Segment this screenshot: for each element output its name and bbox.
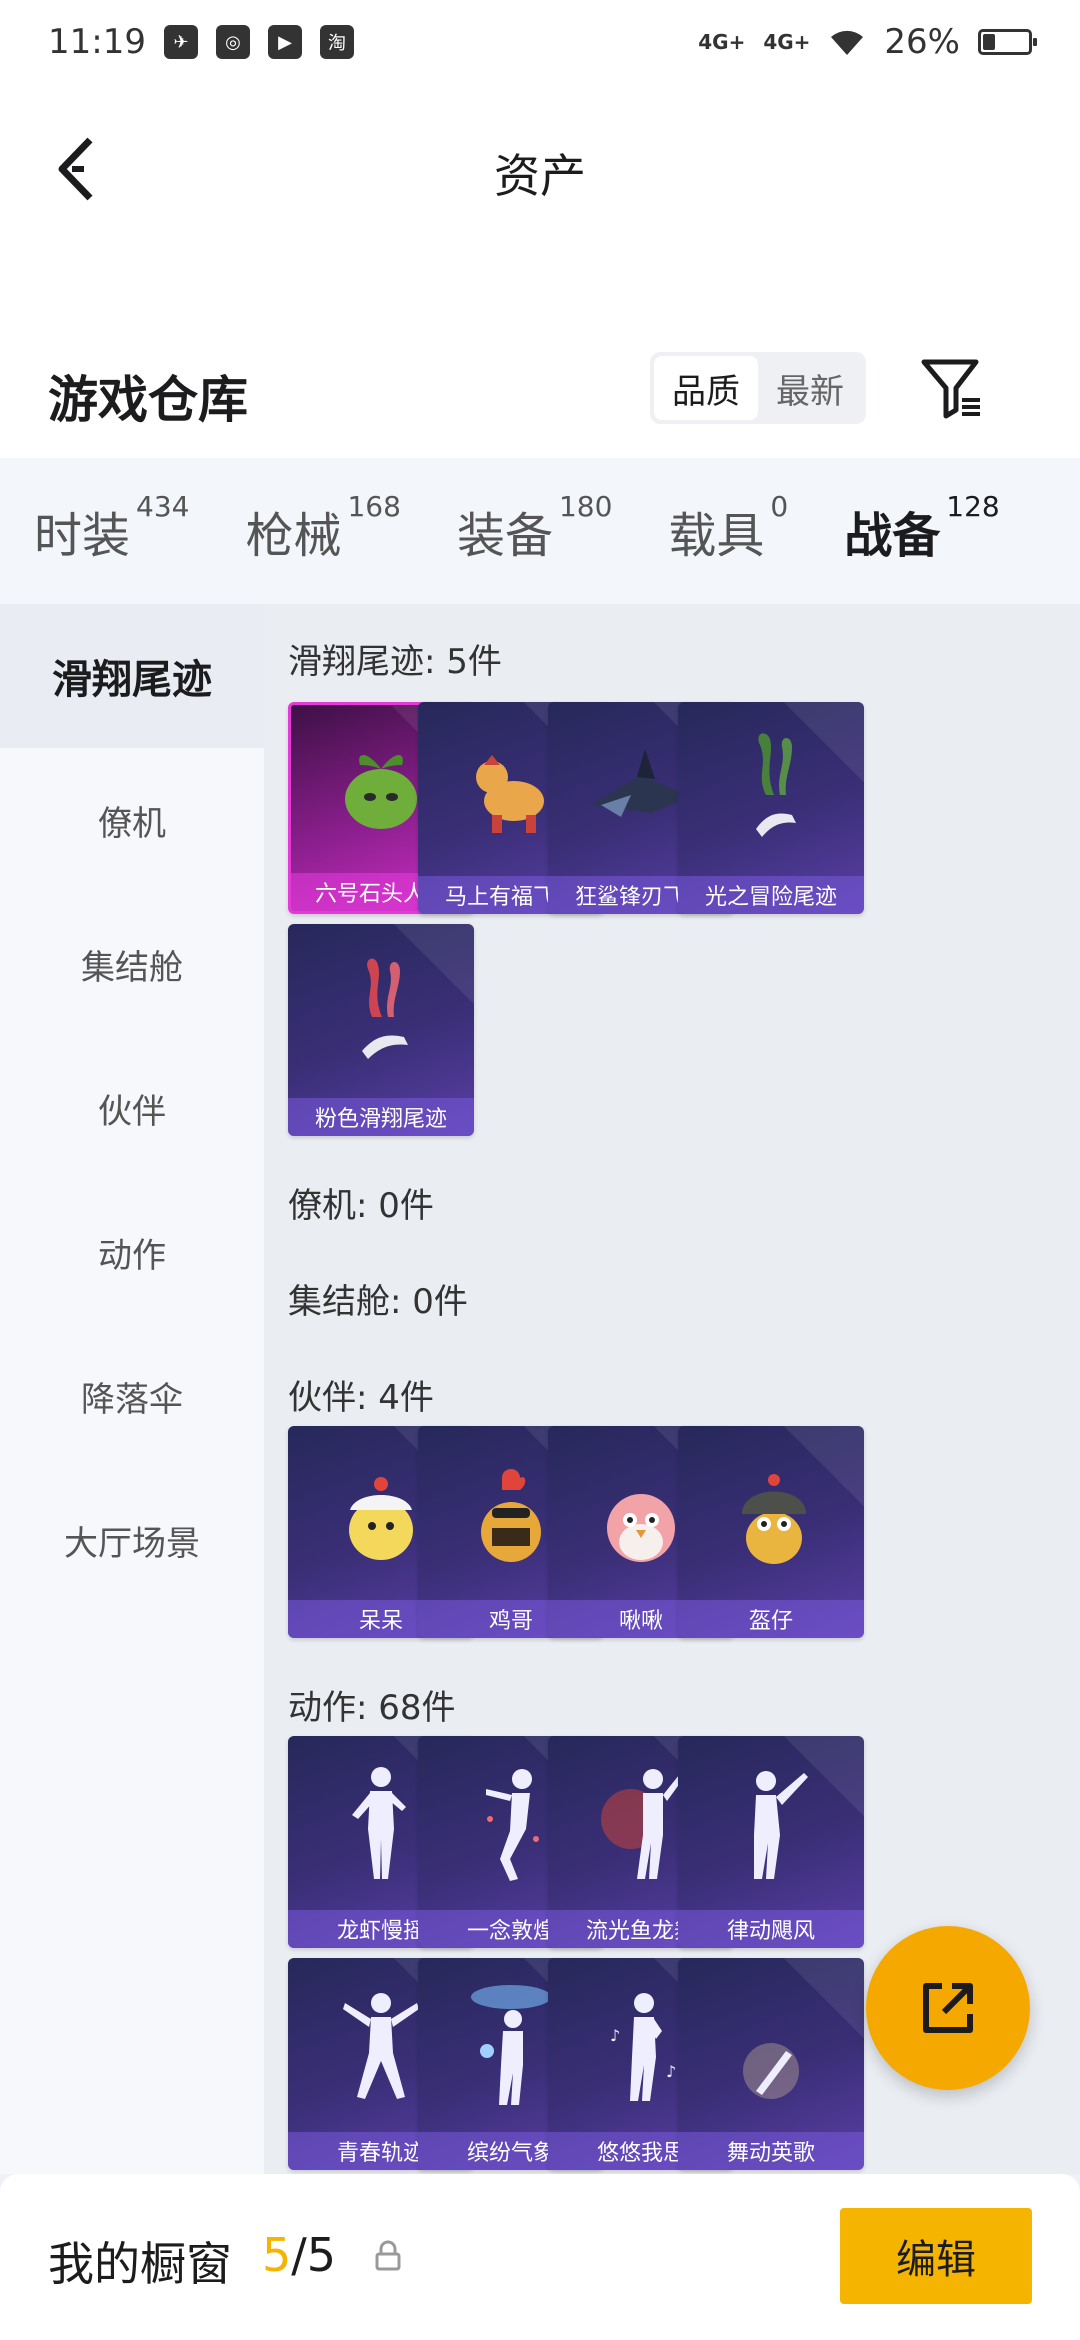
status-time: 11:19	[48, 22, 146, 62]
tab-label: 载具	[668, 508, 765, 564]
helmet-chick-icon	[742, 1474, 806, 1564]
dancer-icon	[754, 1771, 808, 1879]
tab-count: 128	[946, 490, 1000, 523]
category-tabs: 时装 434 枪械 168 装备 180 载具 0 战备 128	[0, 458, 1080, 612]
tab-label: 装备	[456, 508, 553, 564]
showcase-separator: /	[291, 2228, 307, 2282]
item-art	[678, 702, 864, 878]
tab-count: 180	[558, 490, 613, 523]
showcase-count: 5/5	[262, 2228, 336, 2282]
dancer-icon	[352, 1767, 406, 1879]
bottom-bar: 我的橱窗 5/5 编辑	[0, 2174, 1080, 2340]
showcase-current: 5	[262, 2228, 292, 2282]
tab-fashion[interactable]: 时装 434	[34, 490, 189, 566]
page-title: 资产	[494, 149, 586, 203]
notification-app-icon: ◎	[215, 25, 250, 59]
green-smoke-trail-icon	[756, 733, 796, 837]
item-art	[678, 1736, 864, 1912]
external-link-icon	[923, 1983, 973, 2033]
item-art	[288, 924, 474, 1100]
sort-quality-button[interactable]: 品质	[654, 356, 758, 420]
item-name: 盔仔	[678, 1600, 864, 1638]
showcase-total: 5	[306, 2228, 337, 2282]
share-button[interactable]	[866, 1926, 1030, 2090]
sidebar-item-wingman[interactable]: 僚机	[0, 748, 264, 892]
wifi-icon	[831, 30, 864, 55]
section-title-pod: 集结舱: 0件	[288, 1282, 468, 1322]
sort-toggle: 品质 最新	[650, 352, 866, 424]
svg-text:♪: ♪	[610, 2026, 620, 2045]
section-title-glide: 滑翔尾迹: 5件	[288, 642, 502, 682]
notification-app-icon: ✈	[163, 25, 198, 59]
item-name: 律动飓风	[678, 1910, 864, 1948]
item-name: 粉色滑翔尾迹	[288, 1098, 474, 1136]
item-card[interactable]: 粉色滑翔尾迹	[288, 924, 474, 1136]
dancer-icon	[486, 1769, 539, 1881]
section-title: 游戏仓库	[48, 371, 248, 429]
svg-text:♪: ♪	[666, 2062, 676, 2081]
section-title-emote: 动作: 68件	[288, 1688, 456, 1728]
item-card[interactable]: 律动飓风	[678, 1736, 864, 1948]
dancer-icon	[343, 1993, 419, 2099]
sidebar-item-parachute[interactable]: 降落伞	[0, 1324, 264, 1468]
tab-count: 168	[347, 490, 401, 523]
tab-equipment[interactable]: 装备 180	[456, 490, 612, 566]
sidebar-item-partner[interactable]: 伙伴	[0, 1036, 264, 1180]
tab-count: 0	[770, 490, 789, 523]
signal-icon: 4G+	[698, 30, 746, 54]
tab-label: 时装	[34, 508, 131, 564]
notification-shop-icon: 淘	[319, 25, 354, 59]
tab-label: 战备	[844, 508, 941, 564]
sidebar-item-lobby-scene[interactable]: 大厅场景	[0, 1468, 264, 1612]
tab-guns[interactable]: 枪械 168	[245, 490, 400, 566]
item-card[interactable]: 盔仔	[678, 1426, 864, 1638]
showcase-label: 我的橱窗	[48, 2237, 232, 2291]
lock-icon	[375, 2240, 401, 2271]
dancer-icon	[471, 1985, 551, 2105]
sidebar: 滑翔尾迹 僚机 集结舱 伙伴 动作 降落伞 大厅场景	[0, 604, 264, 2174]
edit-button[interactable]: 编辑	[840, 2208, 1032, 2304]
tab-count: 434	[136, 490, 190, 523]
battery-percent: 26%	[884, 22, 960, 62]
pink-smoke-trail-icon	[362, 958, 408, 1059]
tab-battle-gear[interactable]: 战备 128	[844, 490, 1000, 612]
item-art	[678, 1958, 864, 2134]
item-card[interactable]: 舞动英歌	[678, 1958, 864, 2170]
sidebar-item-glide-trail[interactable]: 滑翔尾迹	[0, 604, 264, 748]
dancer-icon	[601, 1769, 683, 1879]
battery-fill	[983, 34, 995, 50]
status-bar: 11:19 ✈ ◎ ▶ 淘 4G+ 4G+ 26%	[0, 0, 1080, 84]
filter-button[interactable]	[918, 354, 988, 424]
section-header: 游戏仓库 品质 最新	[0, 334, 1080, 458]
sort-newest-button[interactable]: 最新	[758, 356, 862, 420]
dancer-icon: ♪ ♪	[610, 1993, 676, 2101]
status-right: 4G+ 4G+ 26%	[698, 22, 1037, 62]
item-card[interactable]: 光之冒险尾迹	[678, 702, 864, 914]
sidebar-item-pod[interactable]: 集结舱	[0, 892, 264, 1036]
filter-icon	[921, 359, 980, 419]
battery-icon	[978, 29, 1037, 55]
status-left: 11:19 ✈ ◎ ▶ 淘	[48, 22, 354, 62]
tab-label: 枪械	[245, 508, 342, 564]
item-name: 舞动英歌	[678, 2132, 864, 2170]
notification-video-icon: ▶	[267, 25, 302, 59]
sidebar-item-emote[interactable]: 动作	[0, 1180, 264, 1324]
tab-vehicles[interactable]: 载具 0	[668, 490, 788, 566]
section-title-wingman: 僚机: 0件	[288, 1186, 434, 1226]
dancer-icon	[743, 2043, 799, 2099]
signal-icon: 4G+	[763, 30, 811, 54]
item-name: 光之冒险尾迹	[678, 876, 864, 914]
item-art	[678, 1426, 864, 1602]
top-header: 资产	[0, 84, 1080, 334]
section-title-partner: 伙伴: 4件	[288, 1378, 434, 1418]
